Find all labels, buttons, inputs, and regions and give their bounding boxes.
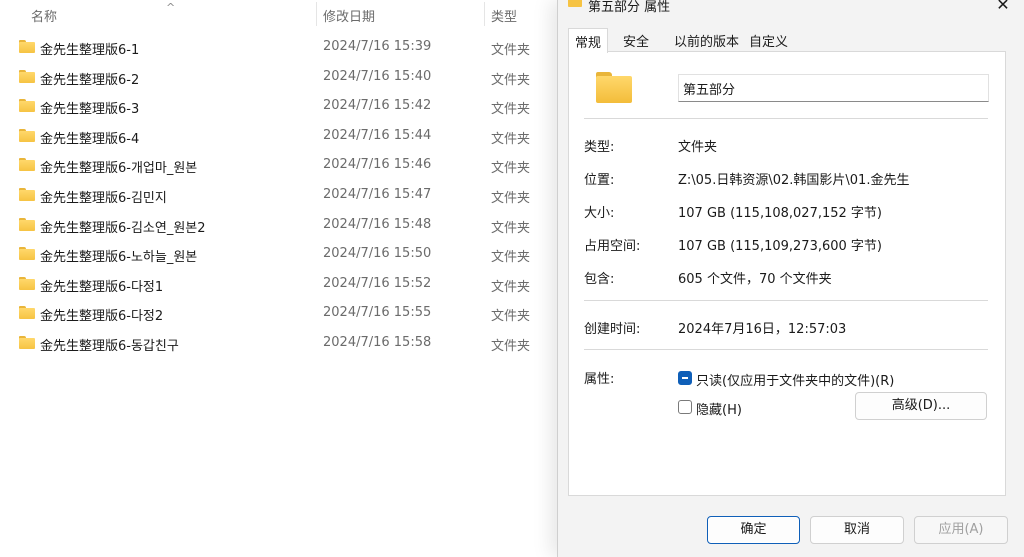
close-button[interactable]: ✕ (991, 0, 1015, 15)
folder-icon (19, 276, 35, 290)
folder-icon (19, 158, 35, 172)
file-type: 文件夹 (491, 43, 531, 58)
file-modified: 2024/7/16 15:52 (323, 275, 432, 291)
tab-customize[interactable]: 自定义 (743, 28, 794, 52)
file-modified: 2024/7/16 15:44 (323, 127, 432, 143)
list-item[interactable]: 金先生整理版6-동갑친구 2024/7/16 15:58 文件夹 (0, 328, 560, 357)
contains-label: 包含: (584, 272, 615, 287)
cancel-button[interactable]: 取消 (810, 516, 904, 544)
file-type: 文件夹 (491, 279, 531, 295)
file-modified: 2024/7/16 15:42 (323, 98, 432, 114)
properties-dialog: 第五部分 属性 ✕ 常规 安全 以前的版本 自定义 类型: 文件夹 位置: Z:… (557, 0, 1024, 557)
file-type: 文件夹 (491, 72, 531, 88)
general-tab-panel: 类型: 文件夹 位置: Z:\05.日韩资源\02.韩国影片\01.金先生 大小… (568, 51, 1006, 496)
file-type: 文件夹 (491, 161, 531, 177)
folder-icon (19, 40, 35, 53)
list-item[interactable]: 金先生整理版6-노하늘_원본 2024/7/16 15:50 文件夹 (0, 239, 560, 268)
advanced-button[interactable]: 高级(D)... (855, 392, 987, 420)
size-on-disk-value: 107 GB (115,109,273,600 字节) (678, 239, 882, 254)
folder-name-field[interactable] (678, 74, 989, 102)
divider (584, 300, 988, 301)
dialog-titlebar[interactable]: 第五部分 属性 ✕ (558, 0, 1024, 22)
column-divider[interactable] (316, 2, 317, 26)
type-value: 文件夹 (678, 140, 718, 155)
size-label: 大小: (584, 206, 615, 221)
folder-icon (19, 247, 35, 261)
folder-icon (19, 336, 35, 349)
hidden-label[interactable]: 隐藏(H) (696, 399, 742, 418)
folder-icon (19, 69, 35, 83)
file-name: 金先生整理版6-동갑친구 (40, 339, 179, 354)
file-modified: 2024/7/16 15:48 (323, 216, 432, 232)
ok-button[interactable]: 确定 (707, 516, 800, 544)
list-item[interactable]: 金先生整理版6-다정1 2024/7/16 15:52 文件夹 (0, 269, 560, 298)
column-header: 名称 ^ 修改日期 类型 (0, 0, 560, 28)
tab-general[interactable]: 常规 (568, 28, 609, 53)
folder-icon (596, 72, 632, 103)
apply-button[interactable]: 应用(A) (914, 516, 1008, 544)
file-name: 金先生整理版6-개업마_원본 (40, 161, 198, 177)
list-item[interactable]: 金先生整理版6-2 2024/7/16 15:40 文件夹 (0, 62, 560, 91)
dialog-title: 第五部分 属性 (588, 0, 671, 15)
file-modified: 2024/7/16 15:39 (323, 39, 432, 54)
folder-icon (19, 217, 35, 231)
folder-icon (19, 128, 35, 142)
file-modified: 2024/7/16 15:55 (323, 305, 432, 321)
size-value: 107 GB (115,108,027,152 字节) (678, 206, 882, 221)
created-value: 2024年7月16日，12:57:03 (678, 322, 847, 337)
readonly-label[interactable]: 只读(仅应用于文件夹中的文件)(R) (696, 370, 894, 389)
file-modified: 2024/7/16 15:46 (323, 157, 432, 173)
list-item[interactable]: 金先生整理版6-1 2024/7/16 15:39 文件夹 (0, 32, 560, 61)
folder-icon (19, 306, 35, 320)
list-item[interactable]: 金先生整理版6-개업마_원본 2024/7/16 15:46 文件夹 (0, 150, 560, 179)
contains-value: 605 个文件，70 个文件夹 (678, 272, 832, 287)
folder-icon (568, 0, 582, 7)
folder-icon (19, 99, 35, 113)
file-name: 金先生整理版6-김소연_원본2 (40, 220, 206, 236)
file-name: 金先生整理版6-4 (40, 131, 140, 147)
divider (584, 118, 988, 119)
list-item[interactable]: 金先生整理版6-김소연_원본2 2024/7/16 15:48 文件夹 (0, 210, 560, 239)
file-type: 文件夹 (491, 102, 531, 118)
size-on-disk-label: 占用空间: (584, 239, 641, 254)
hidden-checkbox[interactable] (678, 400, 692, 414)
file-modified: 2024/7/16 15:50 (323, 246, 432, 262)
file-name: 金先生整理版6-1 (40, 43, 140, 58)
file-modified: 2024/7/16 15:47 (323, 187, 432, 202)
sort-ascending-icon: ^ (166, 1, 176, 14)
list-item[interactable]: 金先生整理版6-4 2024/7/16 15:44 文件夹 (0, 121, 560, 150)
divider (584, 349, 988, 350)
location-label: 位置: (584, 173, 615, 188)
file-name: 金先生整理版6-김민지 (40, 191, 167, 206)
file-modified: 2024/7/16 15:40 (323, 68, 432, 84)
list-item[interactable]: 金先生整理版6-김민지 2024/7/16 15:47 文件夹 (0, 180, 560, 209)
file-name: 金先生整理版6-다정1 (40, 279, 164, 295)
file-name: 金先生整理版6-다정2 (40, 309, 164, 325)
tab-security[interactable]: 安全 (617, 28, 655, 52)
file-name: 金先生整理版6-2 (40, 72, 140, 88)
column-type-header[interactable]: 类型 (491, 6, 517, 25)
file-type: 文件夹 (491, 220, 531, 236)
file-modified: 2024/7/16 15:58 (323, 335, 432, 350)
file-type: 文件夹 (491, 339, 531, 354)
column-name-header[interactable]: 名称 (31, 6, 57, 25)
tab-previous-versions[interactable]: 以前的版本 (668, 28, 745, 52)
list-item[interactable]: 金先生整理版6-다정2 2024/7/16 15:55 文件夹 (0, 298, 560, 327)
type-label: 类型: (584, 140, 615, 155)
list-item[interactable]: 金先生整理版6-3 2024/7/16 15:42 文件夹 (0, 91, 560, 120)
folder-icon (19, 188, 35, 201)
location-value: Z:\05.日韩资源\02.韩国影片\01.金先生 (678, 173, 910, 188)
file-type: 文件夹 (491, 309, 531, 325)
created-label: 创建时间: (584, 322, 641, 337)
tab-strip: 常规 安全 以前的版本 自定义 (568, 28, 1016, 53)
file-type: 文件夹 (491, 191, 531, 206)
readonly-checkbox[interactable] (678, 371, 692, 385)
column-modified-header[interactable]: 修改日期 (323, 6, 375, 25)
column-divider[interactable] (484, 2, 485, 26)
file-name: 金先生整理版6-노하늘_원본 (40, 250, 198, 266)
file-name: 金先生整理版6-3 (40, 102, 140, 118)
file-type: 文件夹 (491, 250, 531, 266)
attributes-label: 属性: (584, 372, 615, 387)
file-type: 文件夹 (491, 131, 531, 147)
